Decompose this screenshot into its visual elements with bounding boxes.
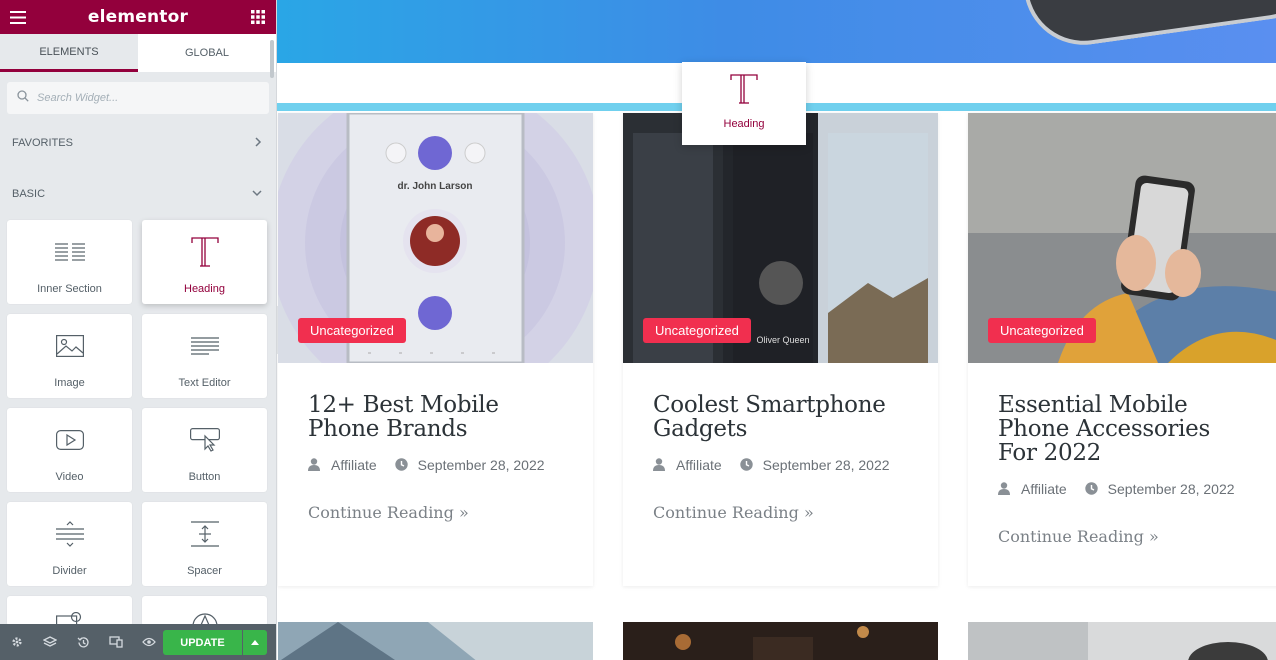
responsive-mode-icon[interactable]: [107, 633, 125, 651]
elementor-panel: elementor ELEMENTS GLOBAL FAVORITES BASI…: [0, 0, 277, 660]
continue-reading-link[interactable]: Continue Reading »: [998, 527, 1253, 546]
update-options-caret-icon[interactable]: [243, 630, 267, 655]
widget-label: Image: [54, 377, 85, 389]
post-title[interactable]: Coolest Smartphone Gadgets: [653, 393, 908, 441]
hero-phone-image: [1024, 0, 1276, 53]
widget-label: Inner Section: [37, 283, 102, 295]
post-author[interactable]: Affiliate: [331, 457, 377, 473]
post-meta: Affiliate September 28, 2022: [308, 457, 563, 473]
clock-icon: [739, 458, 754, 472]
widget-inner-section[interactable]: Inner Section: [7, 220, 132, 304]
navigator-layers-icon[interactable]: [41, 633, 59, 651]
post-meta: Affiliate September 28, 2022: [998, 481, 1253, 497]
post-thumbnail-partial[interactable]: [623, 622, 938, 660]
category-badge[interactable]: Uncategorized: [988, 318, 1096, 343]
widget-heading[interactable]: Heading: [142, 220, 267, 304]
post-author[interactable]: Affiliate: [676, 457, 722, 473]
hero-banner: [277, 0, 1276, 63]
widget-label: Spacer: [187, 565, 222, 577]
apps-grid-icon[interactable]: [249, 8, 267, 26]
settings-gear-icon[interactable]: [8, 633, 26, 651]
user-icon: [998, 482, 1012, 496]
search-widget-box: [7, 82, 269, 114]
update-button[interactable]: UPDATE: [163, 630, 242, 655]
post-card: dr. John Larson Uncategorized 12+ Best M…: [278, 113, 593, 586]
widget-label: Heading: [184, 283, 225, 295]
widget-icon[interactable]: [142, 596, 267, 626]
widget-grid: Inner Section Heading Image Text Editor …: [7, 220, 267, 626]
panel-tabs: ELEMENTS GLOBAL: [0, 34, 276, 72]
continue-reading-link[interactable]: Continue Reading »: [653, 503, 908, 522]
post-card: Oliver Queen Uncategorized Coolest Smart…: [623, 113, 938, 586]
spacer-icon: [190, 518, 219, 550]
clock-icon: [1084, 482, 1099, 496]
panel-scrollbar[interactable]: [270, 40, 274, 78]
favorites-label: FAVORITES: [12, 137, 73, 149]
widget-video[interactable]: Video: [7, 408, 132, 492]
thumbnail-caption: Oliver Queen: [756, 335, 809, 345]
post-title[interactable]: Essential Mobile Phone Accessories For 2…: [998, 393, 1253, 465]
widget-label: Video: [55, 471, 84, 483]
basic-label: BASIC: [12, 188, 46, 200]
widget-button[interactable]: Button: [142, 408, 267, 492]
user-icon: [653, 458, 667, 472]
chevron-right-icon: [254, 136, 262, 150]
inner-section-icon: [54, 236, 85, 268]
heading-icon: [190, 236, 219, 268]
basic-section-toggle[interactable]: BASIC: [0, 183, 276, 205]
post-thumbnail-partial[interactable]: [968, 622, 1276, 660]
post-thumbnail[interactable]: Uncategorized: [968, 113, 1276, 363]
divider-icon: [55, 518, 84, 550]
post-date: September 28, 2022: [762, 457, 890, 473]
continue-reading-link[interactable]: Continue Reading »: [308, 503, 563, 522]
panel-footer: UPDATE: [0, 624, 276, 660]
hamburger-menu-icon[interactable]: [9, 8, 27, 26]
clock-icon: [394, 458, 409, 472]
widget-spacer[interactable]: Spacer: [142, 502, 267, 586]
chevron-down-icon: [252, 188, 262, 200]
tab-elements[interactable]: ELEMENTS: [0, 34, 138, 72]
button-icon: [189, 424, 220, 456]
post-meta: Affiliate September 28, 2022: [653, 457, 908, 473]
post-title[interactable]: 12+ Best Mobile Phone Brands: [308, 393, 563, 441]
category-badge[interactable]: Uncategorized: [643, 318, 751, 343]
widget-google-maps[interactable]: [7, 596, 132, 626]
post-date: September 28, 2022: [1107, 481, 1235, 497]
post-thumbnail[interactable]: Oliver Queen Uncategorized: [623, 113, 938, 363]
video-icon: [55, 424, 84, 456]
preview-eye-icon[interactable]: [140, 633, 158, 651]
history-icon[interactable]: [74, 633, 92, 651]
user-icon: [308, 458, 322, 472]
dragged-heading-widget[interactable]: Heading: [682, 62, 806, 145]
text-editor-icon: [190, 330, 219, 362]
search-widget-input[interactable]: [37, 92, 237, 104]
thumbnail-caption: dr. John Larson: [397, 181, 472, 192]
post-thumbnail-partial[interactable]: [278, 622, 593, 660]
panel-header: elementor: [0, 0, 276, 34]
tab-global[interactable]: GLOBAL: [138, 34, 276, 72]
post-card: Uncategorized Essential Mobile Phone Acc…: [968, 113, 1276, 586]
search-icon: [17, 89, 29, 107]
post-author[interactable]: Affiliate: [1021, 481, 1067, 497]
widget-image[interactable]: Image: [7, 314, 132, 398]
dragged-widget-label: Heading: [723, 118, 765, 130]
elementor-logo: elementor: [87, 7, 189, 27]
widget-label: Divider: [52, 565, 87, 577]
image-icon: [55, 330, 84, 362]
post-thumbnail[interactable]: dr. John Larson Uncategorized: [278, 113, 593, 363]
widget-label: Button: [188, 471, 221, 483]
page-canvas: dr. John Larson Uncategorized 12+ Best M…: [277, 0, 1276, 660]
favorites-section-toggle[interactable]: FAVORITES: [0, 132, 276, 154]
post-date: September 28, 2022: [417, 457, 545, 473]
category-badge[interactable]: Uncategorized: [298, 318, 406, 343]
widget-divider[interactable]: Divider: [7, 502, 132, 586]
widget-label: Text Editor: [178, 377, 231, 389]
widget-text-editor[interactable]: Text Editor: [142, 314, 267, 398]
heading-icon: [730, 74, 758, 109]
